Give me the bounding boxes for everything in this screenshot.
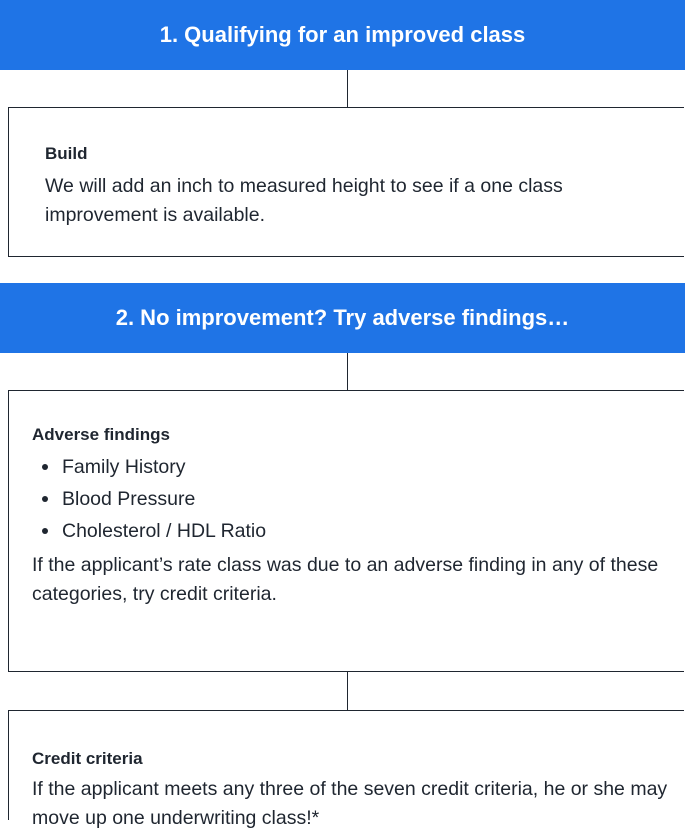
adverse-findings-list: Family History Blood Pressure Cholestero… xyxy=(32,451,266,547)
connector-line xyxy=(347,672,348,710)
list-item: Family History xyxy=(32,451,266,483)
list-item-label: Family History xyxy=(62,456,186,478)
step-1-banner: 1. Qualifying for an improved class xyxy=(0,0,685,70)
adverse-findings-box: Adverse findings Family History Blood Pr… xyxy=(8,390,684,672)
step-2-banner: 2. No improvement? Try adverse findings… xyxy=(0,283,685,353)
credit-criteria-box: Credit criteria If the applicant meets a… xyxy=(8,710,684,829)
bullet-icon xyxy=(42,464,48,470)
build-box: Build We will add an inch to measured he… xyxy=(8,107,684,257)
step-2-banner-label: 2. No improvement? Try adverse findings… xyxy=(115,305,570,330)
list-item-label: Blood Pressure xyxy=(62,488,196,510)
credit-criteria-title: Credit criteria xyxy=(32,749,143,768)
list-item: Blood Pressure xyxy=(32,483,266,515)
list-item-label: Cholesterol / HDL Ratio xyxy=(62,520,267,542)
bullet-icon xyxy=(42,496,48,502)
build-title: Build xyxy=(45,144,88,163)
bullet-icon xyxy=(42,528,48,534)
adverse-findings-title: Adverse findings xyxy=(32,425,170,444)
adverse-findings-description: If the applicant’s rate class was due to… xyxy=(32,554,659,605)
list-item: Cholesterol / HDL Ratio xyxy=(32,515,266,547)
step-1-banner-label: 1. Qualifying for an improved class xyxy=(159,22,526,47)
connector-line xyxy=(347,70,348,107)
build-description: We will add an inch to measured height t… xyxy=(45,175,563,226)
credit-criteria-description: If the applicant meets any three of the … xyxy=(32,778,668,829)
connector-line xyxy=(347,353,348,390)
